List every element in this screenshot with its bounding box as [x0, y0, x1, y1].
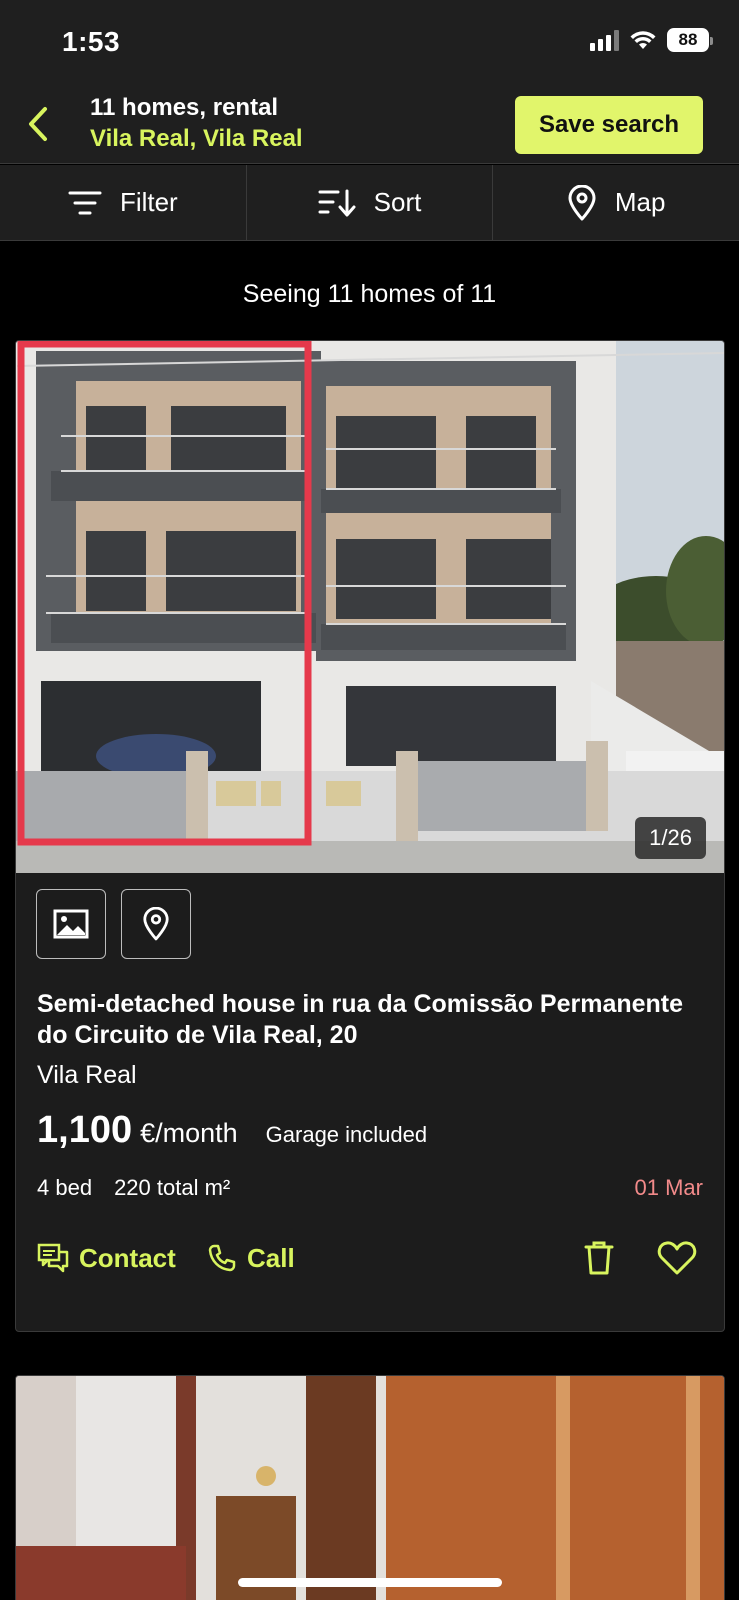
search-title: 11 homes, rental: [90, 94, 279, 121]
sort-button[interactable]: Sort: [245, 165, 493, 240]
sort-icon: [318, 189, 356, 216]
house-photo-image: [16, 341, 724, 873]
filter-label: Filter: [119, 187, 178, 217]
photo-counter: 1/26: [635, 817, 706, 859]
status-time: 1:53: [62, 26, 121, 57]
favorite-button[interactable]: [657, 1233, 697, 1283]
listing-actions: Contact Call: [37, 1233, 697, 1283]
listing-card-next[interactable]: [15, 1375, 725, 1600]
status-icons: 88: [590, 28, 713, 52]
battery-level: 88: [678, 30, 698, 49]
map-pin-icon: [568, 184, 596, 220]
bedrooms: 4 bed: [37, 1175, 93, 1200]
wifi-icon: [630, 31, 656, 49]
discard-button[interactable]: [583, 1233, 615, 1283]
home-indicator: [238, 1578, 502, 1587]
map-pin-icon: [143, 907, 169, 941]
listing-features: 4 bed 220 total m²: [37, 1175, 230, 1201]
search-header: 11 homes, rental Vila Real, Vila Real Sa…: [0, 88, 739, 164]
chevron-left-icon: [29, 107, 47, 141]
listing-photo[interactable]: 1/26: [16, 341, 724, 873]
cellular-signal-icon: [590, 29, 619, 51]
sort-label: Sort: [373, 187, 422, 217]
chat-icon: [37, 1243, 69, 1273]
results-summary: Seeing 11 homes of 11: [242, 280, 497, 308]
call-label: Call: [247, 1242, 295, 1273]
price-unit: €/month: [140, 1118, 238, 1148]
garage-info: Garage included: [265, 1122, 428, 1147]
heart-icon: [657, 1241, 697, 1275]
status-bar: 1:53 88: [0, 0, 739, 88]
contact-button[interactable]: Contact: [37, 1233, 176, 1283]
listing-price: 1,100: [37, 1109, 133, 1151]
app-screen: 1:53 88 11 homes, rental Vila Real, Vila…: [0, 0, 739, 1600]
contact-label: Contact: [79, 1242, 176, 1273]
trash-icon: [584, 1241, 614, 1275]
call-button[interactable]: Call: [207, 1233, 295, 1283]
battery-icon: 88: [667, 28, 713, 52]
filter-icon: [68, 191, 102, 214]
map-button[interactable]: Map: [492, 165, 739, 240]
save-search-button[interactable]: Save search: [515, 96, 703, 154]
interior-photo-image: [16, 1376, 724, 1600]
media-buttons: [36, 889, 191, 959]
search-location[interactable]: Vila Real, Vila Real: [90, 125, 303, 153]
total-area: 220 total m²: [114, 1175, 231, 1200]
listing-date: 01 Mar: [634, 1175, 703, 1200]
filter-button[interactable]: Filter: [0, 165, 246, 240]
listing-card[interactable]: 1/26 Semi-detached house in rua da Comis…: [15, 340, 725, 1332]
listing-location: Vila Real: [37, 1061, 137, 1089]
map-label: Map: [614, 187, 666, 217]
listing-title[interactable]: Semi-detached house in rua da Comissão P…: [37, 989, 697, 1051]
price-row: 1,100 €/month Garage included: [37, 1109, 427, 1152]
image-icon: [53, 909, 89, 939]
back-button[interactable]: [18, 102, 58, 146]
photos-button[interactable]: [36, 889, 106, 959]
location-button[interactable]: [121, 889, 191, 959]
phone-icon: [208, 1244, 236, 1272]
results-toolbar: Filter Sort Map: [0, 165, 739, 241]
